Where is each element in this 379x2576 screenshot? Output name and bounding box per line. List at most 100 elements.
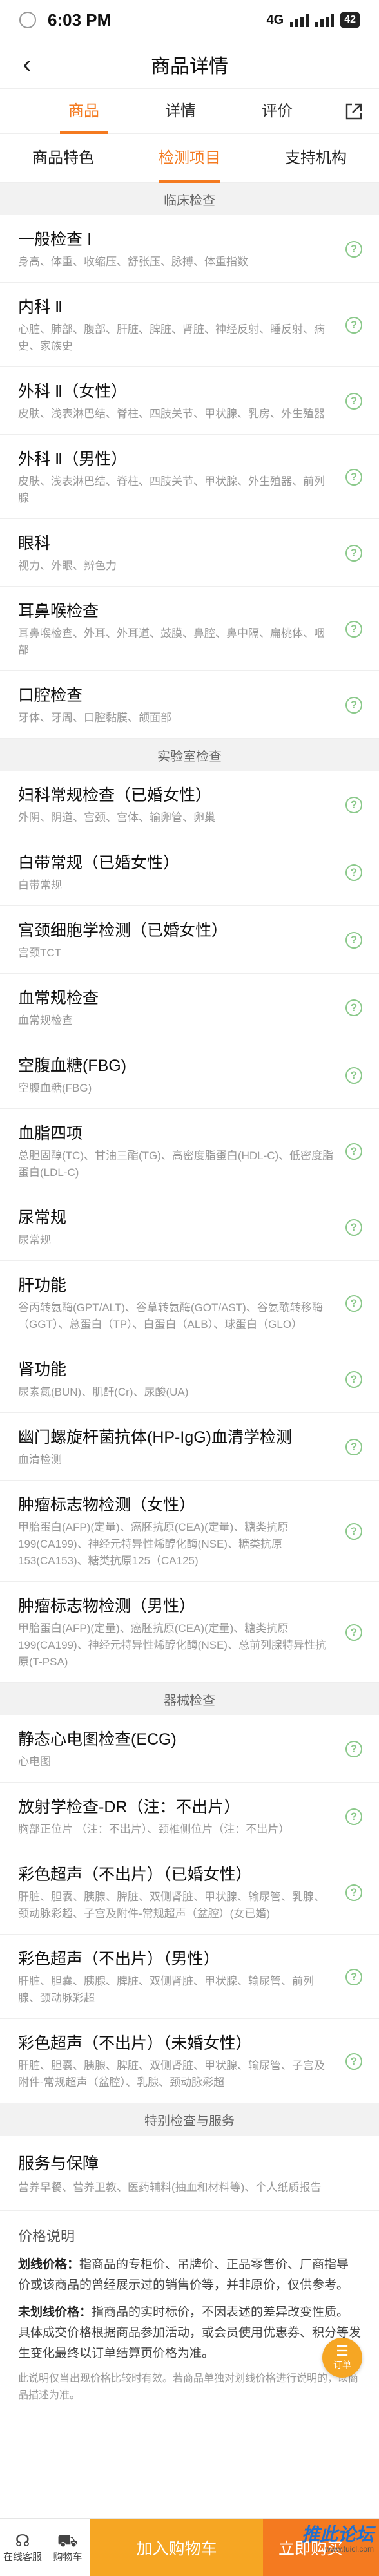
tab-goods[interactable]: 商品 xyxy=(35,89,132,134)
top-tabs: 商品 详情 评价 xyxy=(0,89,379,134)
buy-now-button[interactable]: 立即购买 推此论坛 www.tuicl.com xyxy=(263,2519,379,2576)
exam-item-desc: 心电图 xyxy=(18,1756,51,1768)
exam-item-title: 静态心电图检查(ECG) xyxy=(18,1730,177,1748)
exam-item-title: 血常规检查 xyxy=(18,989,99,1007)
help-icon[interactable]: ? xyxy=(345,1808,362,1825)
help-icon[interactable]: ? xyxy=(345,2052,362,2070)
help-icon[interactable]: ? xyxy=(345,1066,362,1084)
exam-item: 静态心电图检查(ECG) 心电图? xyxy=(0,1715,379,1783)
exam-item-desc: 皮肤、浅表淋巴结、脊柱、四肢关节、甲状腺、乳房、外生殖器 xyxy=(18,408,325,420)
page-title: 商品详情 xyxy=(151,55,228,77)
help-icon[interactable]: ? xyxy=(345,316,362,334)
help-icon[interactable]: ? xyxy=(345,931,362,949)
exam-item: 内科 Ⅱ 心脏、肺部、腹部、肝脏、脾脏、肾脏、神经反射、睡反射、病史、家族史? xyxy=(0,283,379,367)
exam-item-title: 妇科常规检查（已婚女性） xyxy=(18,786,212,804)
order-icon: ☰ xyxy=(336,2343,349,2359)
exam-item: 口腔检查 牙体、牙周、口腔黏膜、颌面部? xyxy=(0,671,379,739)
price-small: 此说明仅当出现价格比较时有效。若商品单独对划线价格进行说明的，以商品描述为准。 xyxy=(18,2373,359,2401)
help-icon[interactable]: ? xyxy=(345,864,362,881)
help-icon[interactable]: ? xyxy=(345,1218,362,1236)
exam-item-desc: 视力、外眼、辨色力 xyxy=(18,560,117,572)
help-icon[interactable]: ? xyxy=(345,468,362,486)
help-icon[interactable]: ? xyxy=(345,392,362,410)
exam-item-desc: 身高、体重、收缩压、舒张压、脉搏、体重指数 xyxy=(18,256,248,268)
status-time: 6:03 PM xyxy=(48,10,112,30)
cart-label: 购物车 xyxy=(53,2552,83,2562)
exam-item: 眼科 视力、外眼、辨色力? xyxy=(0,519,379,587)
exam-item: 肿瘤标志物检测（男性） 甲胎蛋白(AFP)(定量)、癌胚抗原(CEA)(定量)、糖… xyxy=(0,1582,379,1683)
exam-item-title: 尿常规 xyxy=(18,1209,67,1227)
signal-icon xyxy=(290,13,309,27)
tab-details[interactable]: 详情 xyxy=(132,89,229,134)
help-icon[interactable]: ? xyxy=(345,1370,362,1388)
section-header: 实验室检查 xyxy=(0,739,379,771)
exam-item: 肾功能 尿素氮(BUN)、肌酐(Cr)、尿酸(UA)? xyxy=(0,1345,379,1413)
exam-item: 幽门螺旋杆菌抗体(HP-IgG)血清学检测 血清检测? xyxy=(0,1413,379,1481)
watermark-url: www.tuicl.com xyxy=(324,2544,374,2553)
help-icon[interactable]: ? xyxy=(345,1438,362,1455)
help-icon[interactable]: ? xyxy=(345,620,362,638)
exam-item-desc: 总胆固醇(TC)、甘油三酯(TG)、高密度脂蛋白(HDL-C)、低密度脂蛋白(L… xyxy=(18,1150,334,1179)
exam-item-desc: 肝脏、胆囊、胰腺、脾脏、双侧肾脏、甲状腺、输尿管、子宫及附件-常规超声（盆腔）、… xyxy=(18,2060,325,2088)
order-float-label: 订单 xyxy=(333,2360,351,2370)
exam-item-desc: 肝脏、胆囊、胰腺、脾脏、双侧肾脏、甲状腺、输尿管、前列腺、颈动脉彩超 xyxy=(18,1975,314,2004)
signal-icon-2 xyxy=(315,13,335,27)
exam-item: 耳鼻喉检查 耳鼻喉检查、外耳、外耳道、鼓膜、鼻腔、鼻中隔、扁桃体、咽部? xyxy=(0,587,379,671)
exam-item-desc: 尿素氮(BUN)、肌酐(Cr)、尿酸(UA) xyxy=(18,1386,189,1398)
tab-reviews[interactable]: 评价 xyxy=(229,89,326,134)
help-icon[interactable]: ? xyxy=(345,1142,362,1160)
order-float-button[interactable]: ☰ 订单 xyxy=(322,2338,362,2378)
help-icon[interactable]: ? xyxy=(345,1294,362,1312)
cart-button[interactable]: ⛟ 购物车 xyxy=(45,2519,90,2576)
subtab-institutions[interactable]: 支持机构 xyxy=(253,134,379,183)
online-service-button[interactable]: ☊ 在线客服 xyxy=(0,2519,45,2576)
share-icon[interactable] xyxy=(343,100,365,122)
exam-item-desc: 牙体、牙周、口腔黏膜、颌面部 xyxy=(18,712,171,724)
help-icon[interactable]: ? xyxy=(345,1884,362,1901)
help-icon[interactable]: ? xyxy=(345,240,362,258)
exam-item-title: 耳鼻喉检查 xyxy=(18,602,99,620)
help-icon[interactable]: ? xyxy=(345,696,362,714)
section-header: 临床检查 xyxy=(0,183,379,215)
exam-item: 空腹血糖(FBG) 空腹血糖(FBG)? xyxy=(0,1041,379,1109)
exam-item-list: 临床检查 一般检查 Ⅰ 身高、体重、收缩压、舒张压、脉搏、体重指数? 内科 Ⅱ 心脏、肺… xyxy=(0,183,379,2404)
exam-item: 彩色超声（不出片）（男性） 肝脏、胆囊、胰腺、脾脏、双侧肾脏、甲状腺、输尿管、前列… xyxy=(0,1935,379,2019)
navbar: ‹ 商品详情 xyxy=(0,40,379,89)
exam-item: 血脂四项总胆固醇(TC)、甘油三酯(TG)、高密度脂蛋白(HDL-C)、低密度脂… xyxy=(0,1109,379,1193)
exam-item: 白带常规（已婚女性） 白带常规? xyxy=(0,838,379,906)
exam-item-title: 空腹血糖(FBG) xyxy=(18,1057,127,1075)
help-icon[interactable]: ? xyxy=(345,1968,362,1985)
exam-item-desc: 血清检测 xyxy=(18,1454,62,1466)
back-icon[interactable]: ‹ xyxy=(14,52,40,77)
exam-item: 妇科常规检查（已婚女性） 外阴、阴道、宫颈、宫体、输卵管、卵巢? xyxy=(0,771,379,838)
help-icon[interactable]: ? xyxy=(345,544,362,562)
exam-item-title: 外科 Ⅱ（女性） xyxy=(18,383,128,401)
help-icon[interactable]: ? xyxy=(345,999,362,1016)
exam-item-desc: 外阴、阴道、宫颈、宫体、输卵管、卵巢 xyxy=(18,811,215,824)
price-note: 价格说明 划线价格：指商品的专柜价、吊牌价、正品零售价、厂商指导价或该商品的曾经展… xyxy=(0,2211,379,2404)
exam-item-title: 内科 Ⅱ xyxy=(18,298,63,316)
help-icon[interactable]: ? xyxy=(345,1522,362,1540)
subtab-features[interactable]: 商品特色 xyxy=(0,134,126,183)
exam-item-title: 肿瘤标志物检测（女性） xyxy=(18,1496,196,1514)
exam-item-title: 一般检查 Ⅰ xyxy=(18,231,92,249)
bottom-bar: ☊ 在线客服 ⛟ 购物车 加入购物车 立即购买 推此论坛 www.tuicl.c… xyxy=(0,2518,379,2576)
sub-tabs: 商品特色 检测项目 支持机构 xyxy=(0,134,379,183)
help-icon[interactable]: ? xyxy=(345,1624,362,1641)
status-bar: 6:03 PM 4G 42 xyxy=(0,0,379,40)
exam-item-title: 彩色超声（不出片）（未婚女性） xyxy=(18,2034,252,2052)
exam-item: 血常规检查 血常规检查? xyxy=(0,974,379,1041)
price-heading: 价格说明 xyxy=(18,2228,75,2244)
price-label-2: 未划线价格： xyxy=(18,2306,92,2319)
exam-item: 彩色超声（不出片）（已婚女性） 肝脏、胆囊、胰腺、脾脏、双侧肾脏、甲状腺、输尿管、… xyxy=(0,1850,379,1935)
help-icon[interactable]: ? xyxy=(345,796,362,813)
service-block: 服务与保障 营养早餐、营养卫教、医药辅料(抽血和材料等)、个人纸质报告 xyxy=(0,2136,379,2211)
battery-icon: 42 xyxy=(340,12,360,28)
add-to-cart-button[interactable]: 加入购物车 xyxy=(90,2519,263,2576)
exam-item-desc: 尿常规 xyxy=(18,1234,51,1246)
help-icon[interactable]: ? xyxy=(345,1740,362,1757)
exam-item: 彩色超声（不出片）（未婚女性） 肝脏、胆囊、胰腺、脾脏、双侧肾脏、甲状腺、输尿管、… xyxy=(0,2019,379,2103)
exam-item: 肿瘤标志物检测（女性） 甲胎蛋白(AFP)(定量)、癌胚抗原(CEA)(定量)、糖… xyxy=(0,1481,379,1582)
exam-item-title: 血脂四项 xyxy=(18,1124,83,1142)
subtab-items[interactable]: 检测项目 xyxy=(126,134,253,183)
